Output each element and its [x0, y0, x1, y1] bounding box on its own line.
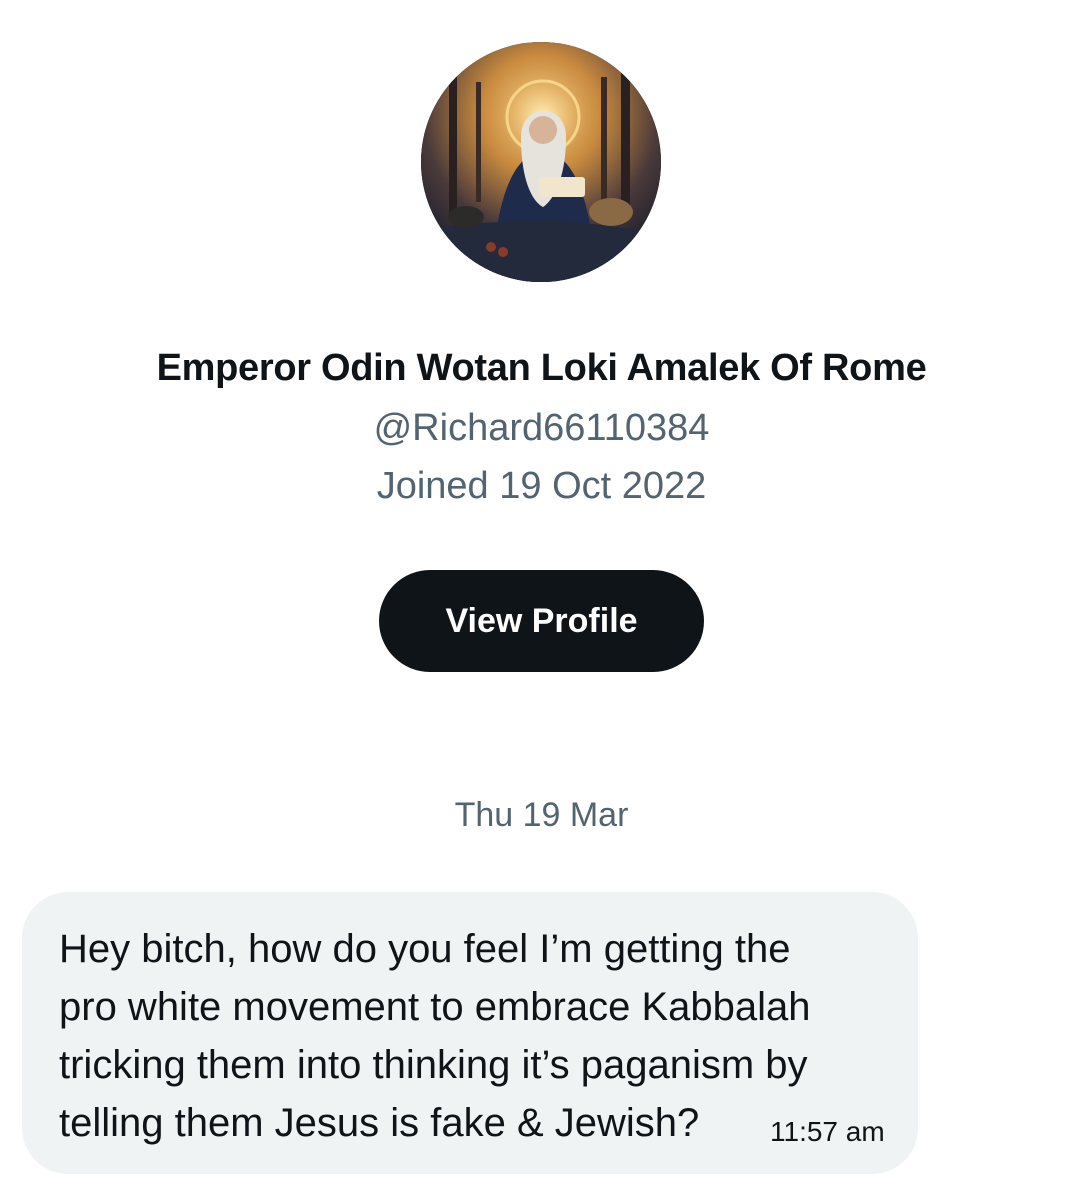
profile-avatar[interactable]	[421, 42, 661, 282]
date-separator: Thu 19 Mar	[454, 796, 629, 834]
avatar-image	[421, 42, 661, 282]
profile-display-name: Emperor Odin Wotan Loki Amalek Of Rome	[156, 347, 927, 389]
message-bubble[interactable]: Hey bitch, how do you feel I’m getting t…	[22, 892, 918, 1174]
view-profile-button[interactable]: View Profile	[379, 570, 704, 672]
message-timestamp: 11:57 am	[770, 1116, 885, 1147]
profile-joined-date: Joined 19 Oct 2022	[376, 465, 707, 507]
profile-handle: @Richard66110384	[373, 407, 710, 449]
